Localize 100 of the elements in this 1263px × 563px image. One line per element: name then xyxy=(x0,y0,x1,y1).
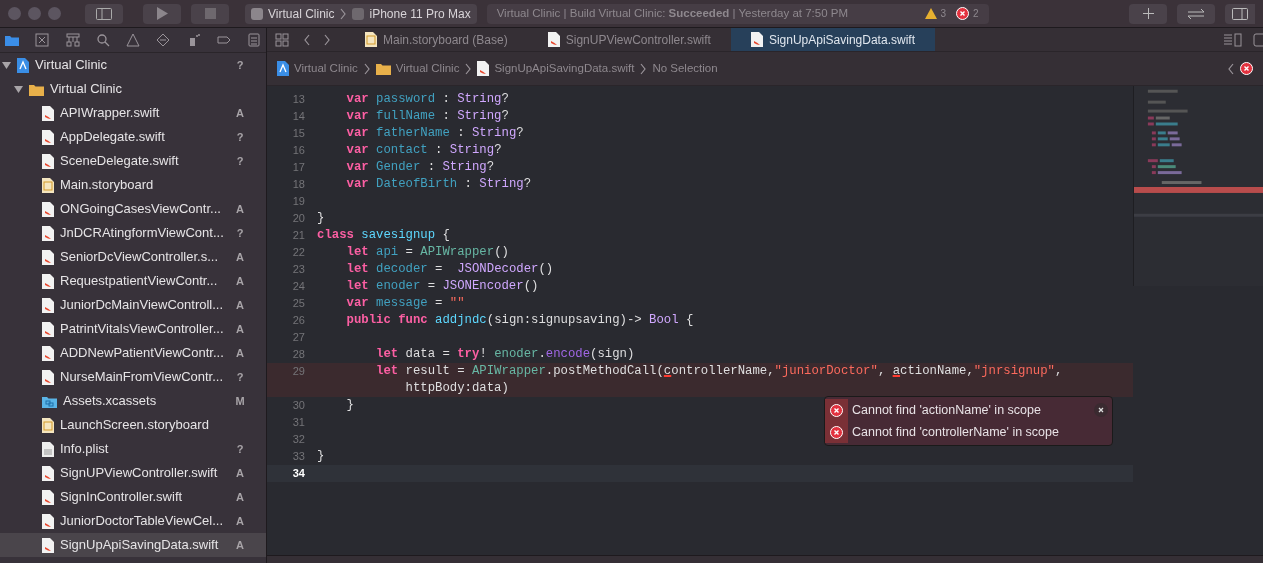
search-icon[interactable] xyxy=(94,32,111,48)
scheme-selector[interactable]: Virtual Clinic iPhone 11 Pro Max xyxy=(245,3,477,24)
file-tree-item[interactable]: AppDelegate.swift ? xyxy=(0,125,266,149)
line-number: 25 xyxy=(291,296,305,311)
file-tree-item[interactable]: JnDCRAtingformViewCont... ? xyxy=(0,221,266,245)
jump-bar-item[interactable]: Virtual Clinic xyxy=(294,59,358,78)
storyboard-file-icon xyxy=(365,32,377,47)
file-tree-item[interactable]: ADDNewPatientViewContr... A xyxy=(0,341,266,365)
swift-file-icon xyxy=(547,32,560,47)
file-tree-item[interactable]: SeniorDcViewController.s... A xyxy=(0,245,266,269)
chevron-icon xyxy=(362,62,371,75)
swift-file-icon xyxy=(42,537,54,553)
code-line: httpBody:data) xyxy=(404,380,510,397)
swift-file-icon xyxy=(42,249,54,265)
error-icon xyxy=(830,425,843,439)
app-icon xyxy=(251,7,263,20)
close-icon[interactable] xyxy=(1094,403,1108,417)
plist-file-icon xyxy=(42,441,54,457)
code-line: let enoder = JSONEncoder() xyxy=(345,278,539,295)
swift-file-icon xyxy=(42,225,54,241)
device-name[interactable]: iPhone 11 Pro Max xyxy=(369,4,471,23)
device-icon xyxy=(352,7,365,20)
file-tree-item[interactable]: Virtual Clinic xyxy=(0,77,266,101)
inspector-toggle-button[interactable] xyxy=(1225,3,1255,24)
code-line: var password : String? xyxy=(345,91,509,108)
file-tree-item[interactable]: SignUpApiSavingData.swift A xyxy=(0,533,266,557)
line-number: 21 xyxy=(291,228,305,243)
line-number: 24 xyxy=(291,279,305,294)
code-line: let api = APIWrapper() xyxy=(345,244,509,261)
jump-bar-item[interactable]: No Selection xyxy=(652,59,718,78)
file-tree-item[interactable]: SignInController.swift A xyxy=(0,485,266,509)
plus-icon xyxy=(1142,8,1154,19)
swift-file-icon xyxy=(477,61,490,76)
disclosure-triangle-icon[interactable] xyxy=(14,84,23,94)
storyboard-file-icon xyxy=(42,417,54,433)
editor-tab[interactable]: Main.storyboard (Base) xyxy=(345,28,528,51)
error-message: Cannot find 'actionName' in scope xyxy=(852,401,1042,419)
editor-options-icon[interactable] xyxy=(1223,32,1243,47)
file-tree-item[interactable]: ONGoingCasesViewContr... A xyxy=(0,197,266,221)
swift-file-icon xyxy=(42,369,54,385)
line-number: 30 xyxy=(291,398,305,413)
diamond-icon[interactable] xyxy=(155,32,172,48)
code-line: } xyxy=(317,210,325,227)
file-tree-item[interactable]: JuniorDoctorTableViewCel... A xyxy=(0,509,266,533)
swift-file-icon xyxy=(42,321,54,337)
file-tree-item[interactable]: Assets.xcassets M xyxy=(0,389,266,413)
jump-bar-item[interactable]: Virtual Clinic xyxy=(395,59,460,78)
swift-file-icon xyxy=(42,465,54,481)
add-editor-icon[interactable] xyxy=(1253,32,1263,47)
code-line: var message = "" xyxy=(345,295,465,312)
code-review-button[interactable] xyxy=(1177,3,1215,24)
line-number: 16 xyxy=(291,143,305,158)
stop-button[interactable] xyxy=(191,3,229,24)
line-number: 14 xyxy=(291,109,305,124)
error-icon xyxy=(830,403,843,417)
warning-icon xyxy=(924,8,937,19)
scheme-name[interactable]: Virtual Clinic xyxy=(268,4,335,23)
sidebar-icon xyxy=(96,7,112,20)
swap-arrows-icon xyxy=(1187,7,1205,20)
storyboard-file-icon xyxy=(42,177,54,193)
swift-file-icon xyxy=(42,297,54,313)
chevron-icon xyxy=(639,62,648,75)
chevron-icon xyxy=(339,7,348,20)
swift-file-icon xyxy=(42,153,54,169)
warning-icon[interactable] xyxy=(125,32,141,48)
disclosure-triangle-icon[interactable] xyxy=(2,60,11,70)
swift-file-icon xyxy=(42,201,54,217)
sidebar-toggle-button[interactable] xyxy=(85,3,123,24)
file-tree-item[interactable]: APIWrapper.swift A xyxy=(0,101,266,125)
list-icon[interactable] xyxy=(246,32,262,48)
file-tree-item[interactable]: SceneDelegate.swift ? xyxy=(0,149,266,173)
code-line: let data = try! enoder.encode(sign) xyxy=(375,346,635,363)
square-x-icon[interactable] xyxy=(34,32,51,48)
error-icon xyxy=(956,7,970,20)
file-tree-item[interactable]: NurseMainFromViewContr... ? xyxy=(0,365,266,389)
editor-tab[interactable]: SignUPViewController.swift xyxy=(527,28,731,51)
line-number: 22 xyxy=(291,245,305,260)
file-tree-item[interactable]: PatrintVitalsViewController... A xyxy=(0,317,266,341)
swift-file-icon xyxy=(42,345,54,361)
code-line: var Gender : String? xyxy=(345,159,495,176)
grid-icon[interactable] xyxy=(275,32,289,47)
run-button[interactable] xyxy=(143,3,181,24)
stop-icon xyxy=(204,8,216,19)
jump-bar-item[interactable]: SignUpApiSavingData.swift xyxy=(494,59,635,78)
swift-file-icon xyxy=(42,489,54,505)
line-number: 13 xyxy=(291,92,305,107)
code-line: } xyxy=(345,397,354,414)
file-tree-item[interactable]: JuniorDcMainViewControll... A xyxy=(0,293,266,317)
file-tree-item[interactable]: SignUPViewController.swift A xyxy=(0,461,266,485)
file-tree-item[interactable]: Info.plist ? xyxy=(0,437,266,461)
file-tree-item[interactable]: Virtual Clinic ? xyxy=(0,53,266,77)
add-button[interactable] xyxy=(1129,3,1167,24)
file-tree-item[interactable]: Main.storyboard xyxy=(0,173,266,197)
file-tree-item[interactable]: RequestpatientViewContr... A xyxy=(0,269,266,293)
line-number: 15 xyxy=(291,126,305,141)
file-tree-item[interactable]: LaunchScreen.storyboard xyxy=(0,413,266,437)
editor-tab[interactable]: SignUpApiSavingData.swift xyxy=(730,28,935,51)
hierarchy-icon[interactable] xyxy=(64,32,81,48)
swift-file-icon xyxy=(750,32,763,47)
build-status-text: Virtual Clinic | Build Virtual Clinic: Succeeded | Yesterday at 7:50 PM xyxy=(496,5,849,21)
